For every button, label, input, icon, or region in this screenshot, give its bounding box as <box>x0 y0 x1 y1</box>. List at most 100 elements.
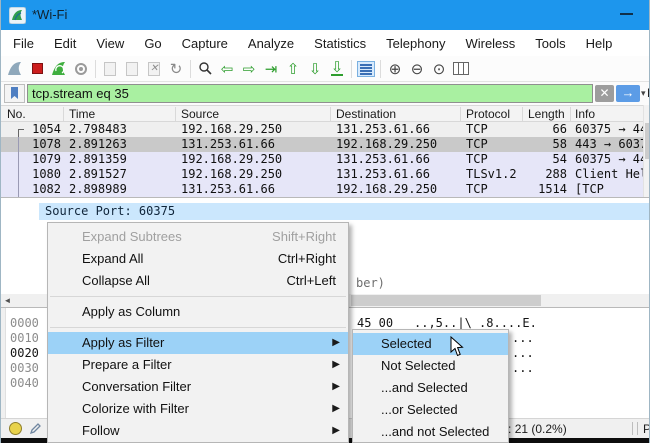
hex-bytes-fragment: 45 00 <box>357 316 393 330</box>
save-file-icon[interactable] <box>121 58 143 80</box>
packet-list-header: No. Time Source Destination Protocol Len… <box>1 105 650 122</box>
capture-comment-icon[interactable] <box>29 422 42 435</box>
menu-item-follow[interactable]: Follow ▶ <box>48 420 348 442</box>
hex-ascii-fragment: ... <box>512 346 534 360</box>
menu-edit[interactable]: Edit <box>44 32 86 55</box>
menu-go[interactable]: Go <box>134 32 171 55</box>
colorize-packets-icon[interactable] <box>355 58 377 80</box>
column-destination[interactable]: Destination <box>336 107 396 121</box>
packet-list: 10542.798483 192.168.29.250131.253.61.66… <box>1 122 650 197</box>
packet-list-scrollbar[interactable] <box>643 105 650 197</box>
open-file-icon[interactable] <box>99 58 121 80</box>
resize-columns-icon[interactable] <box>450 58 472 80</box>
submenu-item-not-selected[interactable]: Not Selected <box>353 355 508 377</box>
menu-capture[interactable]: Capture <box>172 32 238 55</box>
submenu-item-and-selected[interactable]: ...and Selected <box>353 377 508 399</box>
table-row-selected[interactable]: 10782.891263 131.253.61.66192.168.29.250… <box>1 137 650 152</box>
find-packet-icon[interactable] <box>194 58 216 80</box>
filter-bookmark-icon[interactable] <box>4 84 25 103</box>
menu-item-expand-subtrees: Shift+RightExpand Subtrees <box>48 226 348 248</box>
submenu-item-and-not-selected[interactable]: ...and not Selected <box>353 421 508 443</box>
reload-file-icon[interactable]: ↻ <box>165 58 187 80</box>
zoom-reset-icon[interactable]: ⊙ <box>428 58 450 80</box>
menu-telephony[interactable]: Telephony <box>376 32 455 55</box>
submenu-arrow-icon: ▶ <box>332 398 340 420</box>
submenu-arrow-icon: ▶ <box>332 420 340 442</box>
column-no[interactable]: No. <box>7 107 26 121</box>
column-info[interactable]: Info <box>575 107 595 121</box>
detail-text-fragment: ber) <box>356 276 385 290</box>
hex-offset: 0030 <box>10 361 39 375</box>
hex-offset: 0000 <box>10 316 39 330</box>
menu-item-colorize-with-filter[interactable]: Colorize with Filter ▶ <box>48 398 348 420</box>
menu-item-collapse-all[interactable]: Ctrl+LeftCollapse All <box>48 270 348 292</box>
menu-item-apply-as-column[interactable]: Apply as Column <box>48 301 348 323</box>
table-row[interactable]: 10822.898989 131.253.61.66192.168.29.250… <box>1 182 650 197</box>
go-to-packet-icon[interactable]: ⇥ <box>260 58 282 80</box>
table-row[interactable]: 10542.798483 192.168.29.250131.253.61.66… <box>1 122 650 137</box>
hex-ascii-fragment: ... <box>512 331 534 345</box>
submenu-item-selected[interactable]: Selected <box>353 333 508 355</box>
wireshark-window: *Wi-Fi File Edit View Go Capture Analyze… <box>0 0 650 443</box>
expert-info-icon[interactable] <box>9 422 22 435</box>
column-time[interactable]: Time <box>69 107 95 121</box>
wireshark-logo-icon <box>9 7 26 24</box>
hex-ascii-fragment: ... <box>512 361 534 375</box>
capture-options-icon[interactable] <box>70 58 92 80</box>
start-capture-icon[interactable] <box>4 58 26 80</box>
filter-dropdown-caret-icon[interactable]: ▾ <box>641 88 646 99</box>
column-source[interactable]: Source <box>181 107 219 121</box>
zoom-out-icon[interactable]: ⊖ <box>406 58 428 80</box>
submenu-arrow-icon: ▶ <box>332 354 340 376</box>
menu-bar: File Edit View Go Capture Analyze Statis… <box>1 30 650 56</box>
display-filter-input[interactable] <box>27 84 593 103</box>
auto-scroll-icon[interactable]: ⇩ <box>326 58 348 80</box>
scrollbar-thumb[interactable] <box>351 295 541 306</box>
menu-file[interactable]: File <box>3 32 44 55</box>
selected-field-source-port[interactable]: Source Port: 60375 <box>39 203 650 220</box>
menu-view[interactable]: View <box>86 32 134 55</box>
menu-analyze[interactable]: Analyze <box>238 32 304 55</box>
filter-bar: ✕ → ▾ Ex <box>1 82 650 105</box>
column-length[interactable]: Length <box>528 107 565 121</box>
main-toolbar: ↻ ⇦ ⇨ ⇥ ⇧ ⇩ ⇩ ⊕ ⊖ ⊙ <box>1 56 650 82</box>
zoom-in-icon[interactable]: ⊕ <box>384 58 406 80</box>
menu-item-conversation-filter[interactable]: Conversation Filter ▶ <box>48 376 348 398</box>
table-row[interactable]: 10802.891527 192.168.29.250131.253.61.66… <box>1 167 650 182</box>
menu-item-expand-all[interactable]: Ctrl+RightExpand All <box>48 248 348 270</box>
hex-offset: 0040 <box>10 376 39 390</box>
title-bar: *Wi-Fi <box>1 0 650 30</box>
submenu-arrow-icon: ▶ <box>332 332 340 354</box>
menu-tools[interactable]: Tools <box>525 32 575 55</box>
scroll-left-icon[interactable]: ◄ <box>1 294 14 307</box>
clear-filter-button[interactable]: ✕ <box>595 85 614 102</box>
mouse-cursor <box>450 336 465 357</box>
menu-item-prepare-a-filter[interactable]: Prepare a Filter ▶ <box>48 354 348 376</box>
menu-item-apply-as-filter[interactable]: Apply as Filter ▶ <box>48 332 348 354</box>
toolbar-separator <box>95 60 96 78</box>
hex-ascii-fragment: ..,5..|\ .8....E. <box>414 316 537 330</box>
toolbar-separator <box>190 60 191 78</box>
menu-separator <box>50 296 346 297</box>
menu-statistics[interactable]: Statistics <box>304 32 376 55</box>
apply-filter-button[interactable]: → <box>616 85 640 102</box>
table-row[interactable]: 10792.891359 192.168.29.250131.253.61.66… <box>1 152 650 167</box>
next-packet-icon[interactable]: ⇨ <box>238 58 260 80</box>
menu-help[interactable]: Help <box>576 32 623 55</box>
submenu-item-or-selected[interactable]: ...or Selected <box>353 399 508 421</box>
minimize-button[interactable] <box>620 13 633 15</box>
column-protocol[interactable]: Protocol <box>466 107 510 121</box>
toolbar-separator <box>380 60 381 78</box>
menu-separator <box>50 327 346 328</box>
restart-capture-icon[interactable] <box>48 58 70 80</box>
apply-as-filter-submenu: Selected Not Selected ...and Selected ..… <box>352 329 509 443</box>
last-packet-icon[interactable]: ⇩ <box>304 58 326 80</box>
menu-wireless[interactable]: Wireless <box>455 32 525 55</box>
profile-status[interactable]: P <box>643 422 650 436</box>
stop-capture-icon[interactable] <box>26 58 48 80</box>
toolbar-separator <box>351 60 352 78</box>
hex-offset: 0010 <box>10 331 39 345</box>
first-packet-icon[interactable]: ⇧ <box>282 58 304 80</box>
previous-packet-icon[interactable]: ⇦ <box>216 58 238 80</box>
close-file-icon[interactable] <box>143 58 165 80</box>
